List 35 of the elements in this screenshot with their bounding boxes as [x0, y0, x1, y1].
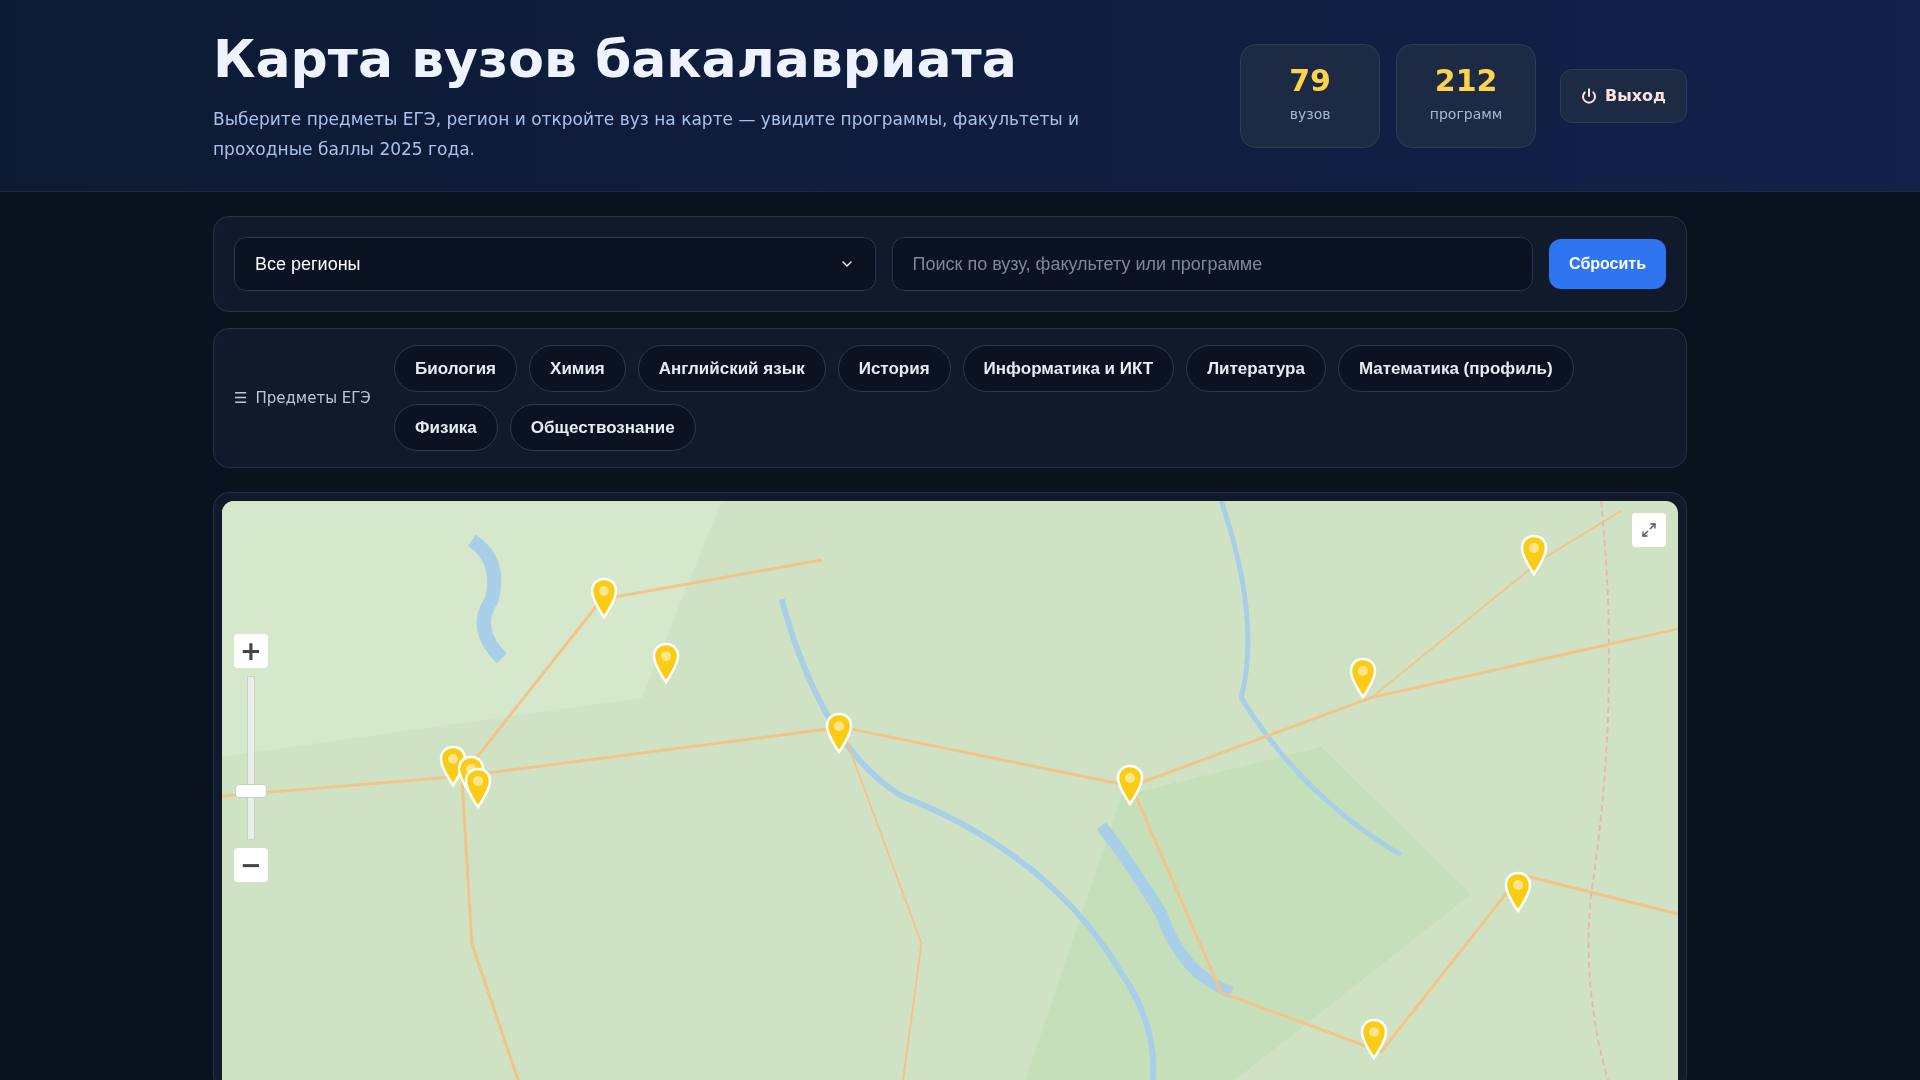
fullscreen-button[interactable] — [1632, 513, 1666, 547]
search-field[interactable]: Поиск по вузу, факультету или программе — [891, 237, 1534, 291]
subjects-label: Предметы ЕГЭ — [255, 387, 371, 409]
map-pin-icon[interactable] — [1348, 657, 1378, 699]
map-pin-icon[interactable] — [1519, 534, 1549, 576]
expand-icon — [1641, 522, 1657, 538]
map-pin-icon[interactable] — [1359, 1018, 1389, 1060]
map-pin-icon[interactable] — [1503, 871, 1533, 913]
logout-button[interactable]: Выход — [1560, 68, 1687, 123]
select-value: Все регионы — [255, 252, 361, 276]
subject-chip[interactable]: Английский язык — [637, 345, 826, 392]
map-pin-icon[interactable] — [824, 712, 854, 754]
zoom-out-button[interactable]: − — [234, 848, 268, 882]
subject-chip[interactable]: Информатика и ИКТ — [962, 345, 1175, 392]
subject-chip[interactable]: Биология — [394, 345, 518, 392]
menu-icon: ☰ — [234, 386, 248, 410]
zoom-in-button[interactable]: + — [234, 634, 268, 668]
map-pin-icon[interactable] — [1115, 764, 1145, 806]
subject-chip[interactable]: История — [837, 345, 951, 392]
subject-chip[interactable]: Физика — [394, 404, 498, 451]
region-select[interactable]: Все регионы — [234, 237, 876, 291]
power-icon — [1581, 87, 1598, 104]
subject-chip[interactable]: Математика (профиль) — [1337, 345, 1574, 392]
map-pin-icon[interactable] — [651, 642, 681, 684]
subject-chip[interactable]: Обществознание — [509, 404, 696, 451]
map-pin-icon[interactable] — [589, 577, 619, 619]
stat-label: вузов — [1289, 105, 1331, 124]
subject-chip[interactable]: Химия — [529, 345, 626, 392]
subject-chip[interactable]: Литература — [1186, 345, 1326, 392]
page-subtitle: Выберите предметы ЕГЭ, регион и откройте вуз на карте — увидите программы, факультеты и проходные баллы 2025 года. — [213, 108, 1081, 161]
page-title: Карта вузов бакалавриата — [213, 28, 1018, 91]
stat-value: 212 — [1434, 66, 1498, 96]
reset-button[interactable]: Сбросить — [1549, 239, 1666, 289]
stat-label: программ — [1429, 105, 1503, 124]
stat-value: 79 — [1289, 66, 1331, 96]
